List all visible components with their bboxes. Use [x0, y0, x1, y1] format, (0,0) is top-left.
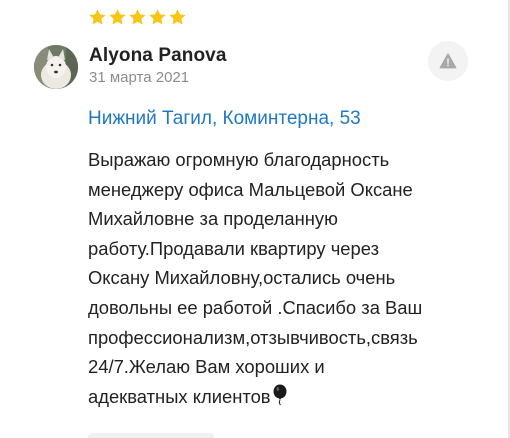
next-element-edge — [88, 433, 214, 438]
review-date: 31 марта 2021 — [89, 69, 190, 86]
balloon-icon — [273, 384, 287, 406]
avatar-dog-image — [34, 45, 78, 89]
report-button[interactable] — [428, 41, 468, 81]
avatar[interactable] — [34, 45, 78, 89]
branch-address-link[interactable]: Нижний Тагил, Коминтерна, 53 — [88, 108, 361, 130]
star-icon — [129, 9, 146, 25]
star-icon — [89, 9, 106, 25]
rating-stars — [88, 8, 187, 27]
star-icon — [109, 9, 126, 25]
author-name[interactable]: Alyona Panova — [89, 45, 227, 67]
review-text: Выражаю огромную благодарность менеджеру… — [88, 145, 488, 411]
warning-icon — [439, 53, 457, 69]
star-icon — [169, 9, 186, 25]
star-icon — [149, 9, 166, 25]
review-text-body: Выражаю огромную благодарность менеджеру… — [88, 149, 423, 407]
